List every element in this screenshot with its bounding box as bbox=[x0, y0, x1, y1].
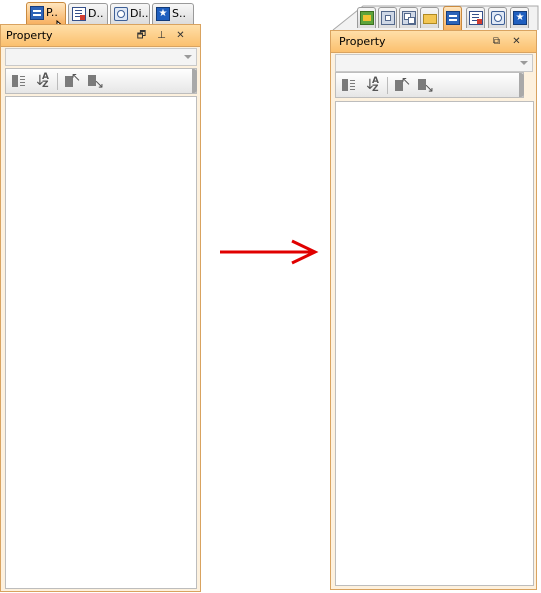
diagram-icon bbox=[491, 11, 505, 25]
left-panel-titlebar: Property 🗗 ⊥ ✕ bbox=[1, 25, 200, 47]
left-panel-title: Property bbox=[6, 29, 53, 42]
right-property-toolbar: AZ bbox=[335, 72, 524, 98]
tab-property-label: P.. bbox=[46, 6, 58, 19]
copy-icon bbox=[402, 11, 416, 25]
pin-icon[interactable]: ⊥ bbox=[155, 29, 168, 42]
model-explorer-icon bbox=[360, 11, 374, 25]
sort-alphabetical-icon[interactable]: AZ bbox=[364, 77, 380, 94]
chevron-down-icon[interactable] bbox=[184, 55, 192, 59]
property-icon bbox=[446, 11, 460, 25]
tab-stencil-right[interactable]: ★ bbox=[510, 7, 529, 28]
categorized-icon[interactable] bbox=[340, 77, 356, 93]
tab-model-explorer[interactable] bbox=[357, 7, 376, 28]
right-property-grid[interactable] bbox=[335, 101, 534, 586]
close-icon[interactable]: ✕ bbox=[174, 29, 187, 42]
left-element-selector[interactable] bbox=[5, 48, 197, 66]
collapse-all-icon[interactable] bbox=[393, 74, 411, 93]
close-icon[interactable]: ✕ bbox=[510, 35, 523, 48]
tab-diagram-navigator-label: D.. bbox=[88, 7, 104, 20]
right-property-panel: Property ⧉ ✕ AZ bbox=[330, 30, 537, 590]
toolbar-separator bbox=[387, 77, 388, 94]
right-panel-titlebar: Property ⧉ ✕ bbox=[331, 31, 536, 53]
restore-icon[interactable]: 🗗 bbox=[135, 29, 148, 42]
collapse-all-icon[interactable] bbox=[63, 70, 81, 89]
categorized-icon[interactable] bbox=[10, 73, 26, 89]
tab-document[interactable] bbox=[378, 7, 397, 28]
tab-diagram-right[interactable] bbox=[488, 7, 507, 28]
tab-folder[interactable] bbox=[420, 7, 439, 28]
document-icon bbox=[381, 11, 395, 25]
left-property-grid[interactable] bbox=[5, 96, 197, 589]
dock-icon[interactable]: ⧉ bbox=[490, 35, 503, 48]
expand-all-icon[interactable] bbox=[86, 73, 104, 91]
tab-stencil-label: S.. bbox=[172, 7, 186, 20]
left-property-toolbar: AZ bbox=[5, 68, 197, 94]
folder-icon bbox=[423, 11, 437, 25]
tab-diagram-navigator[interactable]: D.. bbox=[68, 3, 108, 24]
star-icon: ★ bbox=[156, 7, 170, 21]
right-panel-title: Property bbox=[339, 35, 386, 48]
tab-property-right[interactable] bbox=[443, 6, 462, 30]
right-tab-strip: ★ bbox=[328, 0, 541, 30]
property-icon bbox=[30, 6, 44, 20]
diagram-navigator-icon bbox=[469, 11, 483, 25]
tab-copy[interactable] bbox=[399, 7, 418, 28]
sort-alphabetical-icon[interactable]: AZ bbox=[34, 73, 50, 90]
expand-all-icon[interactable] bbox=[416, 77, 434, 95]
star-icon: ★ bbox=[513, 11, 527, 25]
toolbar-separator bbox=[57, 73, 58, 90]
left-property-panel: Property 🗗 ⊥ ✕ AZ bbox=[0, 24, 201, 592]
right-element-selector[interactable] bbox=[335, 54, 533, 72]
chevron-down-icon[interactable] bbox=[520, 61, 528, 65]
diagram-icon bbox=[114, 7, 128, 21]
transition-arrow-icon bbox=[220, 239, 319, 265]
tab-diagram-navigator-right[interactable] bbox=[466, 7, 485, 28]
tab-diagram-label: Di.. bbox=[130, 7, 149, 20]
tab-diagram[interactable]: Di.. bbox=[110, 3, 150, 24]
tab-stencil[interactable]: ★ S.. bbox=[152, 3, 194, 24]
left-tab-strip: P.. D.. Di.. ★ S.. bbox=[0, 0, 200, 24]
diagram-navigator-icon bbox=[72, 7, 86, 21]
